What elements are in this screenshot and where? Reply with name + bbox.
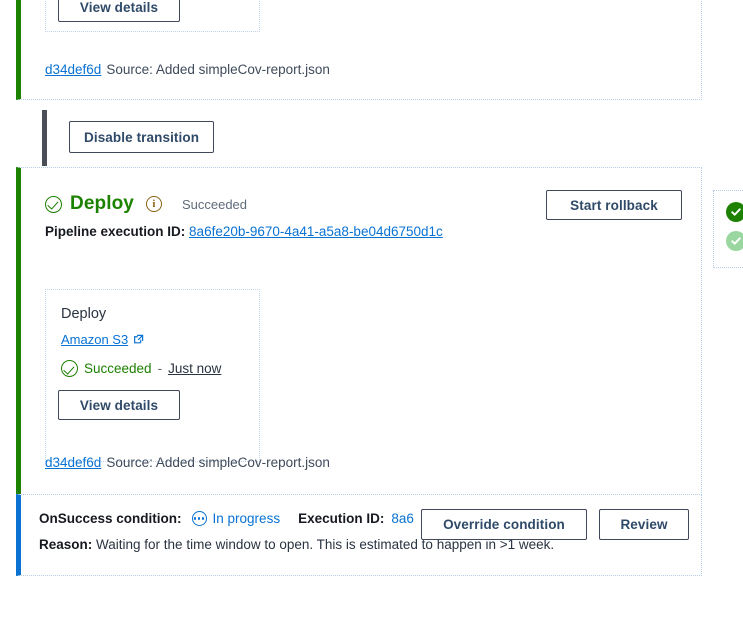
stage-panel-previous: View details d34def6d Source: Added simpl… (16, 0, 702, 100)
commit-link[interactable]: d34def6d (45, 62, 101, 77)
review-button[interactable]: Review (599, 509, 689, 540)
action-name: Deploy (61, 306, 107, 322)
action-status-row: Succeeded - Just now (61, 360, 221, 377)
onsuccess-condition-panel: OnSuccess condition: In progress Executi… (16, 494, 702, 576)
action-provider-link[interactable]: Amazon S3 (61, 332, 144, 347)
reason-label: Reason: (39, 537, 93, 552)
source-summary: Source: Added simpleCov-report.json (106, 62, 330, 77)
pipeline-execution-id-label: Pipeline execution ID: (45, 224, 186, 239)
disable-transition-button[interactable]: Disable transition (69, 121, 215, 153)
stage-transition: Disable transition (42, 110, 342, 166)
success-check-icon (45, 195, 62, 213)
condition-status: In progress (191, 511, 281, 526)
overflow-status-panel (713, 190, 743, 268)
source-revision-line: d34def6d Source: Added simpleCov-report.j… (45, 455, 330, 470)
stage-title: Deploy (70, 193, 134, 214)
view-details-button[interactable]: View details (58, 390, 180, 420)
pipeline-execution-id-link[interactable]: 8a6fe20b-9670-4a41-a5a8-be04d6750d1c (189, 224, 443, 239)
info-icon[interactable]: i (145, 196, 162, 212)
action-card-deploy: Deploy Amazon S3 Succeeded - Just now Vi… (45, 289, 260, 462)
commit-link[interactable]: d34def6d (45, 455, 101, 470)
source-summary: Source: Added simpleCov-report.json (106, 455, 330, 470)
status-separator: - (157, 361, 163, 376)
start-rollback-button[interactable]: Start rollback (546, 190, 682, 220)
stage-header-deploy: Deploy i Succeeded (45, 193, 247, 215)
success-badge-icon (726, 202, 743, 222)
view-details-button[interactable]: View details (58, 0, 180, 22)
action-provider-label: Amazon S3 (61, 332, 129, 347)
condition-execution-id-label: Execution ID: (298, 511, 385, 526)
stage-status-text: Succeeded (181, 196, 248, 212)
pipeline-execution-id-row: Pipeline execution ID: 8a6fe20b-9670-4a4… (45, 224, 443, 239)
in-progress-icon (191, 511, 207, 526)
transition-connector-bar (42, 110, 47, 166)
success-badge-icon-muted (726, 231, 743, 251)
condition-execution-id-link[interactable]: 8a6 (391, 511, 414, 526)
condition-status-row: OnSuccess condition: In progress Executi… (39, 511, 414, 526)
condition-status-text: In progress (212, 511, 281, 526)
action-timestamp[interactable]: Just now (168, 361, 221, 376)
action-card-previous: View details (45, 0, 260, 32)
condition-label: OnSuccess condition: (39, 511, 182, 526)
source-revision-line: d34def6d Source: Added simpleCov-report.j… (45, 62, 330, 77)
stage-panel-deploy: Deploy i Succeeded Pipeline execution ID… (16, 167, 702, 495)
external-link-icon (133, 334, 144, 345)
override-condition-button[interactable]: Override condition (421, 509, 587, 540)
pipeline-stage-view: View details d34def6d Source: Added simpl… (0, 0, 743, 620)
action-success-check-icon (61, 360, 78, 377)
action-status-text: Succeeded (84, 361, 152, 376)
